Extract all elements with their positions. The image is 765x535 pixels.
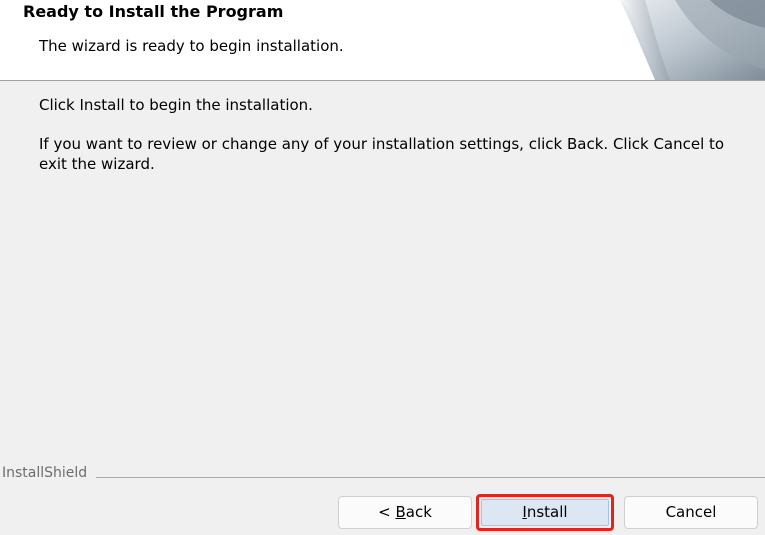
cancel-button[interactable]: Cancel (624, 496, 758, 529)
page-subtitle: The wizard is ready to begin installatio… (39, 37, 344, 55)
install-button[interactable]: Install (481, 499, 609, 526)
wizard-header: Ready to Install the Program The wizard … (0, 0, 765, 81)
brand-separator: InstallShield (0, 465, 765, 485)
install-button-highlight[interactable]: Install (476, 494, 614, 531)
separator-line (96, 477, 765, 478)
instruction-text: Click Install to begin the installation. (39, 96, 313, 114)
installshield-brand-label: InstallShield (2, 465, 88, 481)
back-button[interactable]: < Back (338, 496, 472, 529)
installer-banner-graphic-icon (620, 0, 765, 80)
back-button-label: ack (405, 503, 432, 521)
install-button-label: nstall (526, 503, 568, 521)
review-settings-text: If you want to review or change any of y… (39, 135, 725, 173)
back-button-mnemonic: B (395, 503, 406, 521)
back-button-prefix: < (378, 503, 396, 521)
page-title: Ready to Install the Program (23, 2, 284, 21)
